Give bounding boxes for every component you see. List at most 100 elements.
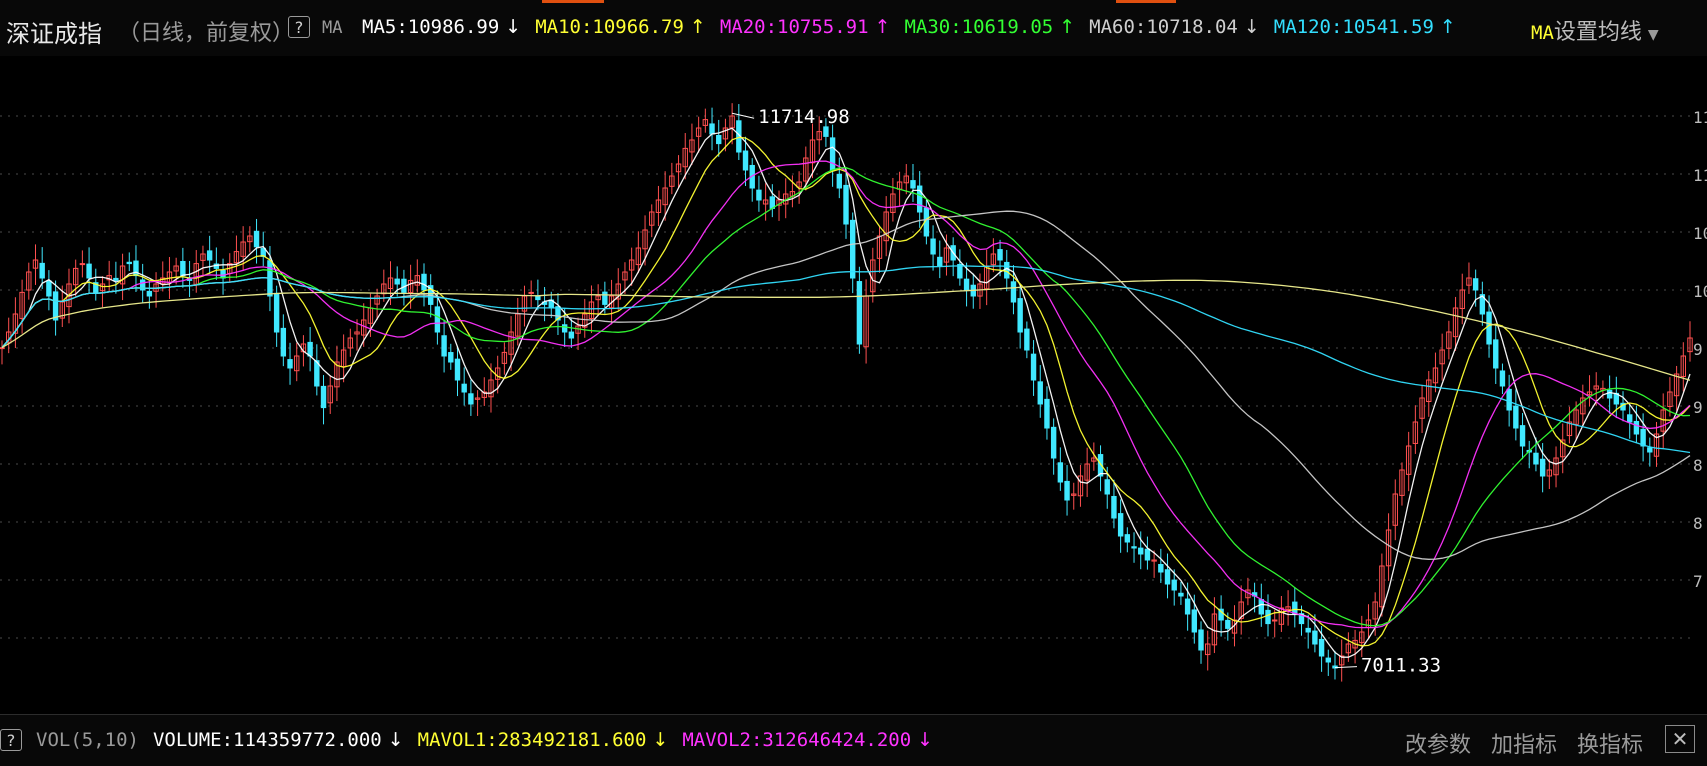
arrow-down-icon: ↓: [917, 729, 934, 751]
candle-body: [421, 273, 427, 291]
arrow-up-icon: ↑: [1439, 16, 1456, 38]
price-chart[interactable]: 11714.98 7011.33 11 11 10 10 9 9 8 8 7: [0, 56, 1707, 714]
candle-body: [280, 327, 287, 357]
candle-body: [568, 331, 575, 339]
candle-body: [1325, 657, 1331, 663]
header-accent-bar: [1116, 0, 1176, 3]
help-button[interactable]: ?: [288, 16, 310, 38]
candle-body: [1519, 425, 1526, 447]
candle-body: [1057, 462, 1064, 483]
ma-value-item: MA120:10541.59 ↑: [1274, 16, 1456, 38]
candle-body: [930, 238, 936, 255]
volume-action-button[interactable]: 改参数: [1405, 727, 1471, 759]
candle-body: [180, 260, 186, 277]
candle-body: [146, 290, 153, 297]
candle-body: [273, 292, 280, 333]
candle-body: [206, 250, 213, 261]
candle-body: [441, 335, 447, 357]
candle-body: [1037, 381, 1043, 405]
ma-value-label: MA20:10755.91: [719, 16, 869, 38]
candle-body: [394, 278, 400, 285]
ma-value-label: MA120:10541.59: [1273, 16, 1434, 38]
annotations: 11714.98 7011.33: [732, 106, 1441, 677]
candle-body: [836, 173, 843, 189]
candle-body: [1533, 452, 1539, 465]
arrow-down-icon: ↓: [505, 16, 522, 38]
y-tick-label: 10: [1693, 224, 1707, 243]
y-tick-label: 10: [1693, 282, 1707, 301]
candle-body: [46, 280, 52, 297]
candle-body: [716, 134, 722, 145]
candle-body: [253, 230, 260, 248]
candle-body: [434, 306, 441, 333]
candle-body: [320, 385, 327, 409]
arrow-down-icon: ↓: [652, 729, 669, 751]
candle-body: [1318, 638, 1325, 657]
volume-value-item: VOLUME:114359772.000 ↓: [153, 729, 404, 751]
y-tick-label: 8: [1693, 456, 1703, 475]
y-tick-label: 11: [1693, 166, 1707, 185]
ma-value-label: MA60:10718.04: [1089, 16, 1238, 38]
candle-body: [849, 219, 856, 279]
candle-body: [86, 263, 92, 279]
candle-body: [113, 277, 119, 281]
candle-body: [307, 341, 313, 357]
ma-value-item: MA20:10755.91 ↑: [720, 16, 891, 38]
candle-body: [1138, 547, 1144, 555]
close-icon[interactable]: ✕: [1665, 725, 1695, 753]
candle-body: [1606, 389, 1613, 399]
candle-body: [1117, 513, 1124, 537]
y-tick-label: 7: [1693, 572, 1703, 591]
candle-body: [1050, 426, 1057, 459]
ma-value-label: MA10:10966.79: [535, 16, 684, 38]
candle-body: [1493, 339, 1499, 369]
candle-body: [52, 291, 59, 321]
volume-action-button[interactable]: 换指标: [1577, 727, 1643, 759]
annotation-arrow: [732, 112, 755, 119]
volume-action-button[interactable]: 加指标: [1491, 727, 1557, 759]
arrow-down-icon: ↓: [1243, 16, 1260, 38]
candle-body: [468, 393, 474, 405]
candle-body: [287, 359, 293, 369]
chart-header: 深证成指 （日线，前复权） ? MA MA5:10986.99 ↓ MA10:109…: [0, 0, 1707, 56]
min-price-label: 7011.33: [1361, 655, 1441, 677]
candle-body: [535, 295, 541, 301]
volume-indicator-name: VOL(5,10): [36, 729, 139, 751]
candle-body: [1004, 261, 1010, 279]
candle-body: [709, 123, 715, 135]
candle-body: [843, 184, 849, 225]
y-tick-label: 9: [1693, 340, 1703, 359]
candle-body: [79, 263, 86, 266]
chevron-down-icon: ▼: [1647, 27, 1659, 43]
candle-body: [1627, 414, 1633, 423]
candle-body: [937, 256, 943, 267]
candle-body: [1111, 495, 1117, 519]
candle-body: [1171, 579, 1177, 591]
indicator-name: MA: [322, 18, 343, 38]
candle-body: [1044, 398, 1050, 429]
arrow-up-icon: ↑: [1059, 16, 1076, 38]
candle-body: [1312, 630, 1318, 645]
candle-body: [1539, 458, 1546, 477]
candle-body: [454, 358, 461, 381]
volume-value-label: MAVOL1:283492181.600: [417, 729, 647, 751]
volume-help-button[interactable]: ?: [0, 729, 22, 751]
ma-values-row: MA5:10986.99 ↓ MA10:10966.79 ↑ MA20:10755.91…: [362, 14, 1470, 40]
candle-body: [823, 126, 829, 137]
candle-body: [461, 383, 467, 393]
arrow-down-icon: ↓: [387, 729, 404, 751]
candle-body: [1131, 546, 1137, 549]
ma-settings-dropdown[interactable]: MA设置均线 ▼: [1527, 14, 1659, 46]
candle-body: [561, 324, 568, 333]
candle-body: [1158, 563, 1164, 573]
candle-body: [910, 180, 916, 189]
candle-body: [1271, 619, 1278, 622]
candle-body: [528, 291, 534, 294]
candle-body: [1184, 598, 1191, 615]
candle-body: [1265, 609, 1271, 625]
volume-value-label: MAVOL2:312646424.200: [682, 729, 912, 751]
ma-value-label: MA5:10986.99: [362, 16, 500, 38]
candle-body: [1124, 534, 1131, 543]
ma-value-item: MA60:10718.04 ↓: [1089, 16, 1260, 38]
ma60-line: [1, 210, 1691, 560]
